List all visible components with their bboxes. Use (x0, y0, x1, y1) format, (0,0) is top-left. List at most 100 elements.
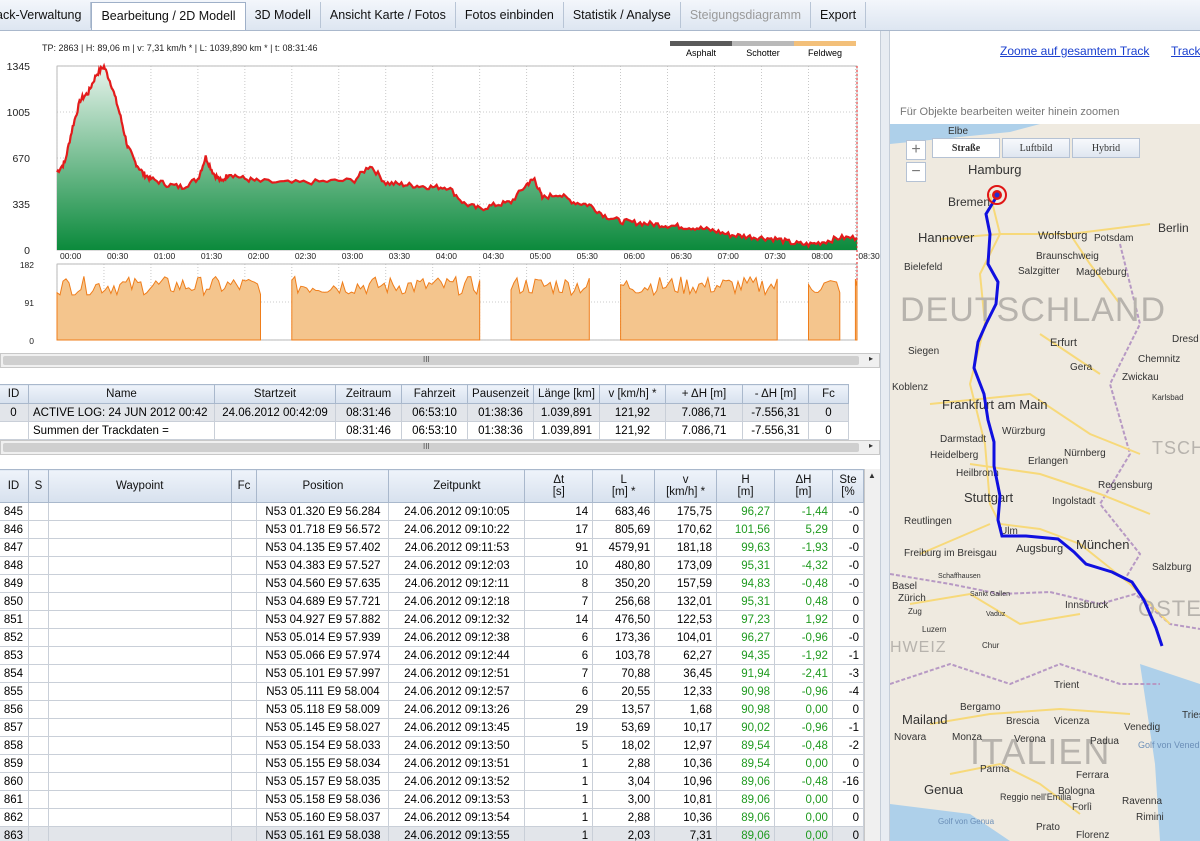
waypoint-row[interactable]: 852 N53 05.014 E9 57.939 24.06.2012 09:12:… (0, 628, 864, 647)
city-label: Zürich (898, 593, 926, 604)
col-id[interactable]: ID (0, 384, 29, 404)
city-label: Bologna (1058, 786, 1095, 797)
waypoint-row[interactable]: 860 N53 05.157 E9 58.035 24.06.2012 09:13:… (0, 772, 864, 791)
waypoint-row[interactable]: 851 N53 04.927 E9 57.882 24.06.2012 09:12:… (0, 610, 864, 629)
country-label: HWEIZ (890, 639, 947, 656)
waypoint-cell: 91 (524, 538, 594, 557)
zoom-to-track-link[interactable]: Zoome auf gesamtem Track (1000, 44, 1149, 58)
waypoint-cell: N53 05.154 E9 58.033 (256, 736, 390, 755)
tab-bearbeitung-2d[interactable]: Bearbeitung / 2D Modell (91, 2, 246, 30)
tab-ansicht-karte[interactable]: Ansicht Karte / Fotos (321, 2, 456, 28)
wp-col-2[interactable]: Waypoint (47, 469, 232, 503)
wp-col-unit: [m] * (611, 486, 636, 498)
waypoint-row[interactable]: 853 N53 05.066 E9 57.974 24.06.2012 09:12:… (0, 646, 864, 665)
maptype-luftbild[interactable]: Luftbild (1002, 138, 1070, 158)
col-name[interactable]: Name (28, 384, 215, 404)
track-summary-row[interactable]: Summen der Trackdaten = 08:31:46 06:53:1… (0, 421, 849, 440)
waypoint-cell: -0,48 (774, 574, 833, 593)
track-scroll-thumb[interactable] (3, 443, 859, 452)
waypoint-cell (47, 826, 232, 841)
elevation-chart-pane[interactable]: 00:00 00:30 01:00 01:30 02:00 02:30 03:00 03:30… (0, 31, 880, 369)
scroll-right-arrow-icon[interactable]: ▸ (865, 441, 877, 450)
tab-export[interactable]: Export (811, 2, 867, 28)
col-zeitraum[interactable]: Zeitraum (335, 384, 402, 404)
track-table-scrollbar[interactable]: III ▸ (0, 440, 880, 455)
zoom-out-icon[interactable]: − (906, 162, 926, 182)
city-label: Venedig (1124, 722, 1160, 733)
track-row[interactable]: 0 ACTIVE LOG: 24 JUN 2012 00:42 24.06.20… (0, 403, 849, 422)
profile-chart[interactable]: 00:00 00:30 01:00 01:30 02:00 02:30 03:00 03:30… (0, 31, 880, 369)
wp-col-6[interactable]: Δt [s] (524, 469, 594, 503)
waypoint-cell: 173,36 (592, 628, 656, 647)
city-label: Luzern (922, 625, 946, 634)
tab-track-verwaltung[interactable]: ack-Verwaltung (0, 2, 92, 28)
track-link[interactable]: Track (1171, 44, 1200, 58)
waypoint-cell: 256,68 (592, 592, 656, 611)
waypoint-row[interactable]: 845 N53 01.320 E9 56.284 24.06.2012 09:10:… (0, 502, 864, 521)
tab-3d-modell[interactable]: 3D Modell (246, 2, 321, 28)
waypoint-row[interactable]: 863 N53 05.161 E9 58.038 24.06.2012 09:13:… (0, 826, 864, 841)
wp-col-10[interactable]: ΔH [m] (774, 469, 833, 503)
city-label: Basel (892, 581, 917, 592)
waypoint-row[interactable]: 857 N53 05.145 E9 58.027 24.06.2012 09:13:… (0, 718, 864, 737)
wp-col-0[interactable]: ID (0, 469, 29, 503)
chart-horizontal-scrollbar[interactable]: III ▸ (0, 353, 880, 368)
col-minus-dh[interactable]: - ΔH [m] (742, 384, 809, 404)
col-laenge[interactable]: Länge [km] (533, 384, 600, 404)
x-tick-label: 08:30 (858, 251, 880, 261)
col-startzeit[interactable]: Startzeit (214, 384, 336, 404)
waypoint-vertical-scrollbar[interactable]: ▲ (864, 469, 880, 841)
waypoint-cell: 24.06.2012 09:13:51 (388, 754, 526, 773)
map-view[interactable]: DEUTSCHLANDTSCHEOSTEHWEIZITALIENElbeHamb… (890, 124, 1200, 841)
waypoint-row[interactable]: 850 N53 04.689 E9 57.721 24.06.2012 09:12:… (0, 592, 864, 611)
waypoint-cell: 90,98 (716, 700, 776, 719)
col-fc[interactable]: Fc (808, 384, 849, 404)
waypoint-row[interactable]: 862 N53 05.160 E9 58.037 24.06.2012 09:13:… (0, 808, 864, 827)
waypoint-row[interactable]: 856 N53 05.118 E9 58.009 24.06.2012 09:13:… (0, 700, 864, 719)
waypoint-row[interactable]: 847 N53 04.135 E9 57.402 24.06.2012 09:11:… (0, 538, 864, 557)
wp-col-4[interactable]: Position (256, 469, 390, 503)
tab-statistik[interactable]: Statistik / Analyse (564, 2, 681, 28)
zoom-in-icon[interactable]: + (906, 140, 926, 160)
waypoint-row[interactable]: 848 N53 04.383 E9 57.527 24.06.2012 09:12:… (0, 556, 864, 575)
city-label: Prato (1036, 822, 1060, 833)
track-table: ID Name Startzeit Zeitraum Fahrzeit Paus… (0, 384, 849, 440)
waypoint-row[interactable]: 849 N53 04.560 E9 57.635 24.06.2012 09:12:… (0, 574, 864, 593)
waypoint-row[interactable]: 861 N53 05.158 E9 58.036 24.06.2012 09:13:… (0, 790, 864, 809)
col-speed[interactable]: v [km/h] * (599, 384, 666, 404)
wp-col-7[interactable]: L [m] * (592, 469, 656, 503)
col-plus-dh[interactable]: + ΔH [m] (665, 384, 743, 404)
wp-col-1[interactable]: S (27, 469, 49, 503)
track-cell: 08:31:46 (335, 403, 402, 422)
city-label: Bremen (948, 195, 990, 209)
city-label: Genua (924, 782, 964, 797)
wp-col-3[interactable]: Fc (230, 469, 258, 503)
wp-col-5[interactable]: Zeitpunkt (388, 469, 526, 503)
scroll-right-arrow-icon[interactable]: ▸ (865, 354, 877, 363)
waypoint-cell: 91,94 (716, 664, 776, 683)
waypoint-row[interactable]: 846 N53 01.718 E9 56.572 24.06.2012 09:10:… (0, 520, 864, 539)
maptype-hybrid[interactable]: Hybrid (1072, 138, 1140, 158)
waypoint-cell (47, 718, 232, 737)
scroll-up-arrow-icon[interactable]: ▲ (868, 471, 876, 480)
tab-fotos-einbinden[interactable]: Fotos einbinden (456, 2, 564, 28)
chart-scroll-thumb[interactable] (3, 356, 859, 365)
col-pausenzeit[interactable]: Pausenzeit (467, 384, 534, 404)
waypoint-cell: -4,32 (774, 556, 833, 575)
wp-col-8[interactable]: v [km/h] * (654, 469, 718, 503)
map-canvas[interactable]: DEUTSCHLANDTSCHEOSTEHWEIZITALIENElbeHamb… (890, 124, 1200, 841)
waypoint-cell: 852 (0, 628, 29, 647)
waypoint-row[interactable]: 855 N53 05.111 E9 58.004 24.06.2012 09:12:… (0, 682, 864, 701)
waypoint-cell: 94,35 (716, 646, 776, 665)
waypoint-cell: N53 05.145 E9 58.027 (256, 718, 390, 737)
waypoint-row[interactable]: 859 N53 05.155 E9 58.034 24.06.2012 09:13:… (0, 754, 864, 773)
waypoint-cell: 24.06.2012 09:12:51 (388, 664, 526, 683)
wp-col-11[interactable]: Ste [% (831, 469, 864, 503)
waypoint-cell: 89,06 (716, 808, 776, 827)
waypoint-row[interactable]: 854 N53 05.101 E9 57.997 24.06.2012 09:12:… (0, 664, 864, 683)
maptype-strasse[interactable]: Straße (932, 138, 1000, 158)
wp-col-9[interactable]: H [m] (716, 469, 776, 503)
col-fahrzeit[interactable]: Fahrzeit (401, 384, 468, 404)
pane-splitter[interactable] (880, 31, 890, 841)
waypoint-row[interactable]: 858 N53 05.154 E9 58.033 24.06.2012 09:13:… (0, 736, 864, 755)
